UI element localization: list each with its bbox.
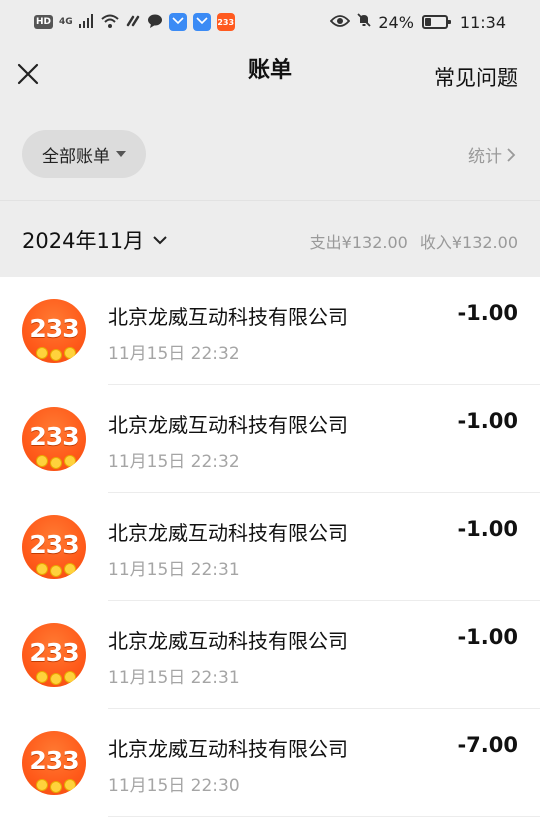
eye-icon: [330, 13, 351, 32]
month-summary: 支出¥132.00 收入¥132.00: [310, 229, 518, 253]
caret-down-icon: [116, 151, 126, 157]
network-type: 4G: [59, 17, 73, 27]
coin-icon: [64, 347, 76, 359]
coin-icon: [64, 671, 76, 683]
clock: 11:34: [459, 12, 506, 32]
navbar: 账单 常见问题: [0, 44, 540, 108]
merchant-avatar: 233: [22, 299, 86, 363]
coin-icon: [36, 455, 48, 467]
stats-link[interactable]: 统计: [468, 142, 516, 167]
merchant-avatar: 233: [22, 623, 86, 687]
coin-icon: [50, 565, 62, 577]
coin-icon: [64, 563, 76, 575]
bill-amount: -1.00: [457, 517, 518, 541]
chevron-right-icon: [507, 147, 516, 162]
month-row: 2024年11月 支出¥132.00 收入¥132.00: [0, 201, 540, 277]
mute-bell-icon: [356, 12, 372, 32]
bill-row[interactable]: 233 北京龙威互动科技有限公司 11月15日 22:32 -1.00: [0, 385, 540, 493]
avatar-text: 233: [29, 421, 79, 451]
status-bar-right: 24% 11:34: [330, 12, 506, 32]
coin-icon: [50, 349, 62, 361]
merchant-name: 北京龙威互动科技有限公司: [108, 413, 348, 437]
bill-filter-dropdown[interactable]: 全部账单: [22, 130, 146, 178]
merchant-name: 北京龙威互动科技有限公司: [108, 521, 348, 545]
app-notification-icon: [192, 13, 211, 31]
bill-list: 233 北京龙威互动科技有限公司 11月15日 22:32 -1.00 233 …: [0, 277, 540, 832]
month-picker[interactable]: 2024年11月: [22, 225, 168, 255]
status-bar: HD 4G 233 24% 11:34: [0, 0, 540, 44]
bill-row[interactable]: 233 北京龙威互动科技有限公司 11月15日 22:31 -1.00: [0, 601, 540, 709]
signal-icon: [78, 13, 95, 32]
income-total: 收入¥132.00: [419, 233, 518, 252]
bill-amount: -7.00: [457, 733, 518, 757]
avatar-text: 233: [29, 313, 79, 343]
bill-amount: -1.00: [457, 301, 518, 325]
bill-time: 11月15日 22:31: [108, 560, 240, 580]
bill-row[interactable]: 233 北京龙威互动科技有限公司 11月15日 22:31 -1.00: [0, 493, 540, 601]
coin-icon: [36, 671, 48, 683]
avatar-text: 233: [29, 529, 79, 559]
coin-icon: [64, 455, 76, 467]
stats-label: 统计: [468, 147, 502, 167]
bill-row[interactable]: 233 北京龙威互动科技有限公司 11月15日 22:32 -1.00: [0, 277, 540, 385]
coin-icon: [50, 673, 62, 685]
bill-amount: -1.00: [457, 409, 518, 433]
merchant-name: 北京龙威互动科技有限公司: [108, 629, 348, 653]
merchant-avatar: 233: [22, 731, 86, 795]
bill-filter-label: 全部账单: [42, 146, 110, 167]
status-bar-left: HD 4G 233: [34, 13, 235, 32]
bill-time: 11月15日 22:31: [108, 668, 240, 688]
chat-icon: [147, 13, 163, 32]
bill-amount: -1.00: [457, 625, 518, 649]
hd-badge: HD: [34, 15, 54, 29]
link-icon: [125, 13, 141, 32]
wifi-icon: [101, 13, 119, 32]
app-notification-icon: [168, 13, 187, 31]
coin-icon: [36, 779, 48, 791]
coin-icon: [64, 779, 76, 791]
merchant-avatar: 233: [22, 515, 86, 579]
merchant-avatar: 233: [22, 407, 86, 471]
chevron-down-icon: [153, 236, 167, 245]
month-label: 2024年11月: [22, 229, 145, 253]
coin-icon: [36, 347, 48, 359]
coin-icon: [50, 457, 62, 469]
bill-time: 11月15日 22:30: [108, 776, 240, 796]
faq-link[interactable]: 常见问题: [434, 62, 518, 92]
battery-icon: [421, 15, 451, 29]
row-divider: [108, 816, 540, 817]
merchant-name: 北京龙威互动科技有限公司: [108, 305, 348, 329]
app-233-icon: 233: [216, 13, 235, 31]
avatar-text: 233: [29, 745, 79, 775]
coin-icon: [36, 563, 48, 575]
expense-total: 支出¥132.00: [309, 233, 408, 252]
battery-percent: 24%: [378, 12, 414, 32]
bill-time: 11月15日 22:32: [108, 452, 240, 472]
bill-row[interactable]: 233 北京龙威互动科技有限公司 11月15日 22:30 -7.00: [0, 709, 540, 817]
merchant-name: 北京龙威互动科技有限公司: [108, 737, 348, 761]
avatar-text: 233: [29, 637, 79, 667]
coin-icon: [50, 781, 62, 793]
filter-row: 全部账单 统计: [0, 128, 540, 182]
bill-time: 11月15日 22:32: [108, 344, 240, 364]
